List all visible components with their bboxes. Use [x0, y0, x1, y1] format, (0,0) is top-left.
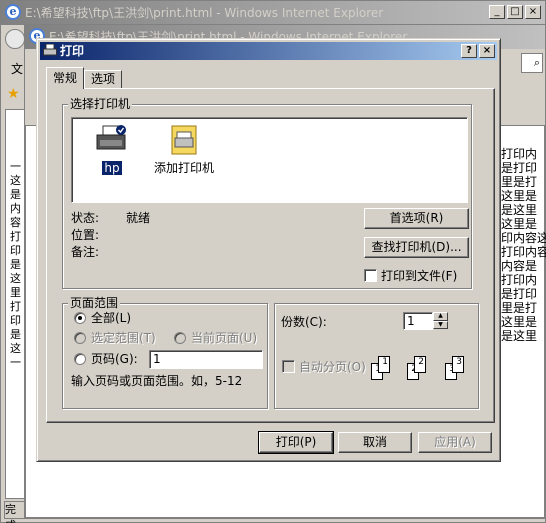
- bg-text-line: 是这里: [501, 203, 538, 217]
- page-range-selection-radio[interactable]: [74, 332, 86, 344]
- bg-char: 是: [10, 328, 21, 341]
- bg-text-line: 是打印: [501, 287, 538, 301]
- copies-spinner[interactable]: ▲ ▼: [433, 312, 448, 329]
- bg-text-line: 打印内: [501, 273, 538, 287]
- select-printer-group-label: 选择打印机: [68, 97, 133, 111]
- preferences-button[interactable]: 首选项(R): [364, 208, 469, 229]
- find-printer-button[interactable]: 查找打印机(D)...: [364, 237, 469, 258]
- bg-text-line: 打印内: [501, 147, 538, 161]
- ie-window-back-title: E:\希望科技\ftp\王洪剑\print.html - Windows Int…: [25, 6, 384, 20]
- bg-text-line: 里是打: [501, 301, 538, 315]
- page-range-all-radio[interactable]: [74, 312, 86, 324]
- ie-back-nav-icon[interactable]: [5, 29, 25, 49]
- bg-text-line: 这里是: [501, 315, 538, 329]
- ie-back-menu-first[interactable]: 文: [11, 60, 23, 77]
- bg-text-line: 里是打: [501, 175, 538, 189]
- bg-text-line: 内容是: [501, 259, 538, 273]
- printer-item-add-label: 添加打印机: [154, 161, 215, 175]
- bg-char: 打: [10, 300, 21, 313]
- bg-text-line: 印内容这: [501, 231, 546, 245]
- printer-item-hp-label: hp: [101, 160, 123, 176]
- page-range-all-label[interactable]: 全部(L): [91, 311, 131, 325]
- bg-char: 是: [10, 188, 21, 201]
- status-value: 就绪: [126, 211, 151, 225]
- printer-icon: [43, 44, 57, 56]
- print-to-file-checkbox[interactable]: [364, 269, 377, 282]
- ie-window-back-titlebar[interactable]: e E:\希望科技\ftp\王洪剑\print.html - Windows I…: [1, 1, 545, 25]
- page-range-hint: 输入页码或页面范围。如，5-12: [71, 374, 243, 388]
- dialog-close-button[interactable]: ×: [479, 44, 495, 58]
- page-icon: 1: [378, 356, 390, 373]
- close-button[interactable]: ×: [525, 5, 541, 19]
- copies-label: 份数(C):: [281, 315, 327, 329]
- help-button[interactable]: ?: [461, 44, 477, 58]
- ie-back-page-left-text: 一 这 是 内 容 打 印 是 这 里 打 印 是 这 一: [10, 160, 24, 370]
- bg-char: 印: [10, 244, 21, 257]
- bg-text-line: 这里是: [501, 189, 538, 203]
- tab-general[interactable]: 常规: [46, 67, 85, 89]
- page-range-current-radio[interactable]: [174, 332, 186, 344]
- location-label: 位置:: [71, 228, 100, 242]
- bg-char: 印: [10, 314, 21, 327]
- apply-button[interactable]: 应用(A): [418, 432, 492, 453]
- print-dialog: 打印 ? × 常规 选项 选择打印机 hp 添加打印机 状态: 就绪 位置: 备…: [36, 38, 501, 462]
- printer-item-add[interactable]: 添加打印机: [152, 124, 216, 175]
- print-dialog-title: 打印: [60, 44, 85, 58]
- bg-text-line: 是打印: [501, 161, 538, 175]
- bg-char: 里: [10, 286, 21, 299]
- minimize-button[interactable]: _: [489, 5, 505, 19]
- bg-char: 这: [10, 342, 21, 355]
- bg-char: 容: [10, 216, 21, 229]
- page-range-current-label[interactable]: 当前页面(U): [191, 331, 257, 345]
- print-button[interactable]: 打印(P): [258, 431, 334, 454]
- radio-dot: [78, 316, 82, 320]
- bg-char: 一: [10, 356, 21, 369]
- ie-window-back-controls: _ □ ×: [489, 5, 541, 19]
- spinner-down-icon[interactable]: ▼: [433, 320, 448, 329]
- spinner-up-icon[interactable]: ▲: [433, 312, 448, 321]
- ie-logo-icon: e: [5, 4, 21, 20]
- collate-label[interactable]: 自动分页(O): [299, 360, 366, 374]
- print-to-file-label[interactable]: 打印到文件(F): [381, 269, 457, 283]
- bg-text-line: 打印内容: [501, 245, 546, 259]
- printer-list[interactable]: hp 添加打印机: [71, 117, 468, 203]
- bg-char: 这: [10, 174, 21, 187]
- bg-char: 打: [10, 230, 21, 243]
- bg-char: 是: [10, 258, 21, 271]
- hp-printer-icon: [96, 125, 126, 150]
- bg-char: 这: [10, 272, 21, 285]
- search-icon[interactable]: ⌕: [534, 56, 540, 70]
- add-printer-icon: [171, 125, 197, 155]
- printer-item-hp[interactable]: hp: [92, 124, 132, 176]
- page-range-group-label: 页面范围: [68, 296, 121, 310]
- comment-label: 备注:: [71, 245, 100, 259]
- page-icon: 2: [414, 356, 426, 373]
- print-dialog-tabs: 常规 选项: [46, 67, 123, 89]
- favorites-star-icon[interactable]: ★: [7, 86, 20, 102]
- bg-char: 内: [10, 202, 21, 215]
- bg-text-line: 是这里: [501, 329, 538, 343]
- page-range-selection-label[interactable]: 选定范围(T): [91, 331, 156, 345]
- print-dialog-controls: ? ×: [461, 44, 495, 58]
- status-label: 状态:: [71, 211, 100, 225]
- bg-char: 一: [10, 160, 21, 173]
- page-range-pages-label[interactable]: 页码(G):: [91, 352, 138, 366]
- print-dialog-titlebar[interactable]: 打印 ? ×: [40, 42, 497, 60]
- ie-status-text: 完成: [4, 501, 26, 523]
- cancel-button[interactable]: 取消: [338, 432, 412, 453]
- page-icon: 3: [452, 356, 464, 373]
- page-range-pages-radio[interactable]: [74, 353, 86, 365]
- collate-checkbox[interactable]: [282, 360, 295, 373]
- page-range-pages-input[interactable]: 1: [149, 350, 263, 369]
- copies-input[interactable]: 1: [403, 312, 433, 330]
- maximize-button[interactable]: □: [507, 5, 523, 19]
- tab-options[interactable]: 选项: [84, 70, 123, 89]
- collate-pages-icon: 1 1 2 2 3 3: [371, 349, 471, 384]
- bg-text-line: 这里是: [501, 217, 538, 231]
